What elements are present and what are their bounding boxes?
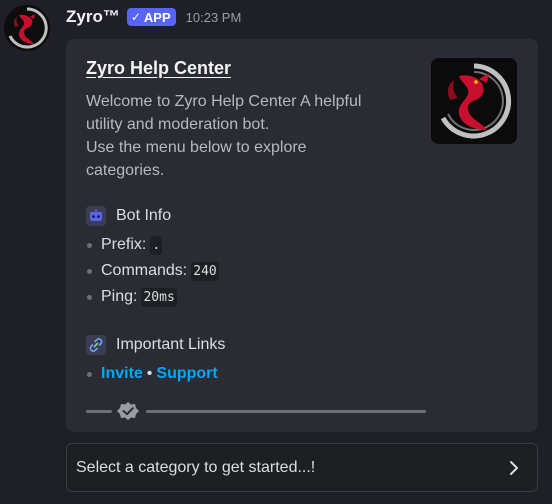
app-badge: ✓ APP [126, 8, 176, 26]
commands-label: Commands: [101, 262, 188, 279]
ping-label: Ping: [101, 288, 138, 305]
links-list: Invite • Support [86, 361, 218, 387]
description-line: Use the menu below to explore [86, 139, 307, 156]
description-line: utility and moderation bot. [86, 116, 270, 133]
links-title: Important Links [116, 336, 226, 353]
embed-thumbnail[interactable] [431, 58, 517, 144]
embed-description: Welcome to Zyro Help Center A helpful ut… [86, 90, 406, 182]
embed-title[interactable]: Zyro Help Center [86, 58, 231, 79]
list-item: Invite • Support [86, 361, 218, 387]
help-embed: Zyro Help Center Welcome to Zyro Help Ce… [66, 39, 538, 432]
link-separator: • [146, 365, 153, 382]
message-header: Zyro™ ✓ APP 10:23 PM [66, 4, 241, 30]
chevron-right-icon [510, 461, 518, 475]
prefix-value: . [150, 235, 163, 255]
username[interactable]: Zyro™ [66, 7, 120, 27]
list-item: Commands: 240 [86, 258, 219, 284]
category-select-menu[interactable]: Select a category to get started...! [66, 443, 538, 492]
bot-info-title: Bot Info [116, 207, 172, 224]
link-icon [86, 335, 106, 355]
description-line: Welcome to Zyro Help Center A helpful [86, 93, 362, 110]
robot-icon [86, 206, 106, 226]
checkmark-icon: ✓ [130, 10, 141, 24]
description-line: categories. [86, 162, 165, 179]
invite-link[interactable]: Invite [101, 365, 143, 383]
ping-value: 20ms [141, 287, 177, 307]
bot-info-list: Prefix: . Commands: 240 Ping: 20ms [86, 232, 219, 310]
bot-info-heading: Bot Info [86, 206, 171, 226]
verified-badge-icon [117, 402, 139, 420]
commands-value: 240 [191, 261, 219, 281]
prefix-label: Prefix: [101, 236, 147, 253]
list-item: Prefix: . [86, 232, 219, 258]
links-heading: Important Links [86, 335, 225, 355]
select-placeholder: Select a category to get started...! [76, 458, 316, 476]
dragon-logo-icon [431, 58, 517, 144]
bot-avatar[interactable] [4, 5, 50, 51]
app-badge-label: APP [143, 9, 171, 25]
embed-footer-divider [86, 401, 426, 421]
dragon-logo-icon [4, 5, 50, 51]
support-link[interactable]: Support [156, 365, 217, 383]
timestamp: 10:23 PM [185, 9, 242, 25]
list-item: Ping: 20ms [86, 284, 219, 310]
